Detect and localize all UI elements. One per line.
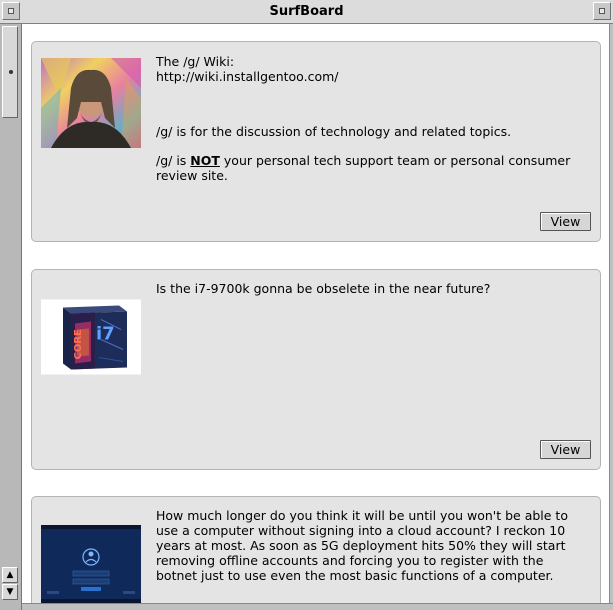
post-line: The /g/ Wiki: xyxy=(156,54,235,69)
vertical-scrollbar[interactable]: ▲ ▼ xyxy=(0,24,22,610)
post-card: i7 CORE Is the i7-9700k gonna be obselet… xyxy=(31,269,601,470)
window-border-bottom xyxy=(22,603,613,610)
post-list: The /g/ Wiki: http://wiki.installgentoo.… xyxy=(22,24,609,603)
post-thumbnail[interactable] xyxy=(41,58,141,148)
box-model-label: i7 xyxy=(96,324,115,345)
scroll-up-button[interactable]: ▲ xyxy=(2,567,18,583)
rule-prefix: /g/ is xyxy=(156,153,191,168)
view-button[interactable]: View xyxy=(540,440,591,459)
post-line: Is the i7-9700k gonna be obselete in the… xyxy=(156,281,491,296)
view-button[interactable]: View xyxy=(540,212,591,231)
post-line: /g/ is for the discussion of technology … xyxy=(156,124,512,139)
post-thumbnail[interactable] xyxy=(41,519,141,603)
window-title: SurfBoard xyxy=(269,4,344,19)
zoom-window-button[interactable] xyxy=(593,2,611,20)
post-thumbnail[interactable]: i7 CORE xyxy=(41,292,141,382)
post-link[interactable]: http://wiki.installgentoo.com/ xyxy=(156,69,576,84)
window-border-right xyxy=(609,24,613,610)
post-text: How much longer do you think it will be … xyxy=(156,508,586,583)
title-bar[interactable]: SurfBoard xyxy=(0,0,613,24)
scrollbar-thumb[interactable] xyxy=(2,26,18,118)
post-card: How much longer do you think it will be … xyxy=(31,496,601,603)
zoom-icon xyxy=(599,8,605,14)
post-text: Is the i7-9700k gonna be obselete in the… xyxy=(156,281,576,296)
scroll-down-button[interactable]: ▼ xyxy=(2,584,18,600)
rule-emphasis: NOT xyxy=(190,153,220,168)
post-rule: /g/ is NOT your personal tech support te… xyxy=(156,153,576,183)
post-card: The /g/ Wiki: http://wiki.installgentoo.… xyxy=(31,41,601,242)
box-brand-label: CORE xyxy=(73,329,84,360)
grip-icon xyxy=(9,70,13,74)
post-line: How much longer do you think it will be … xyxy=(156,508,568,583)
post-text: The /g/ Wiki: http://wiki.installgentoo.… xyxy=(156,54,576,183)
